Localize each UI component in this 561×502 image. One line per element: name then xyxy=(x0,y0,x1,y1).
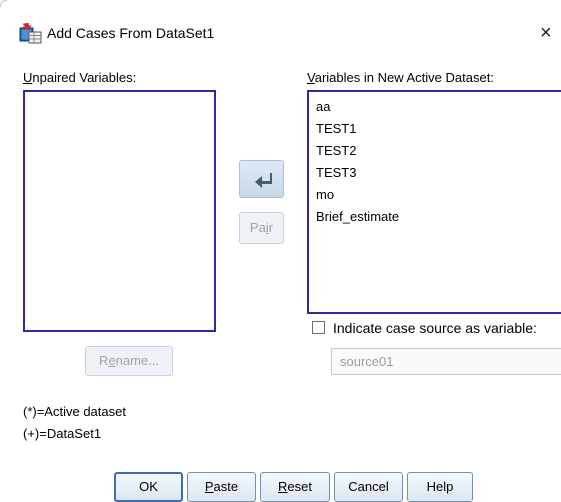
list-item[interactable]: TEST3 xyxy=(316,165,356,180)
source-variable-name-input[interactable]: source01 xyxy=(331,348,561,375)
ok-button[interactable]: OK xyxy=(114,472,183,502)
list-item[interactable]: mo xyxy=(316,187,334,202)
list-item[interactable]: aa xyxy=(316,99,330,114)
pair-button[interactable]: Pair xyxy=(239,212,284,244)
dataset1-legend: (+)=DataSet1 xyxy=(23,426,102,441)
list-item[interactable]: TEST2 xyxy=(316,143,356,158)
move-to-new-dataset-button[interactable] xyxy=(239,160,284,198)
help-button[interactable]: Help xyxy=(407,472,473,502)
list-item[interactable]: TEST1 xyxy=(316,121,356,136)
title-bar: Add Cases From DataSet1 × xyxy=(0,0,561,58)
list-item[interactable]: Brief_estimate xyxy=(316,209,399,224)
indicate-case-source-label: Indicate case source as variable: xyxy=(333,320,537,336)
arrow-left-icon xyxy=(255,173,272,188)
new-dataset-variables-label: Variables in New Active Dataset: xyxy=(307,70,494,85)
indicate-case-source-checkbox[interactable] xyxy=(312,321,325,334)
new-dataset-variables-list[interactable]: aa TEST1 TEST2 TEST3 mo Brief_estimate xyxy=(307,90,561,314)
active-dataset-legend: (*)=Active dataset xyxy=(23,404,126,419)
unpaired-variables-label: Unpaired Variables: xyxy=(23,70,137,85)
close-icon[interactable]: × xyxy=(540,18,561,48)
spss-merge-icon xyxy=(19,22,43,44)
unpaired-variables-list[interactable] xyxy=(23,90,216,332)
reset-button[interactable]: Reset xyxy=(260,472,330,502)
paste-button[interactable]: Paste xyxy=(187,472,256,502)
cancel-button[interactable]: Cancel xyxy=(334,472,403,502)
rename-button[interactable]: Rename... xyxy=(85,346,173,376)
window-title: Add Cases From DataSet1 xyxy=(47,25,215,41)
